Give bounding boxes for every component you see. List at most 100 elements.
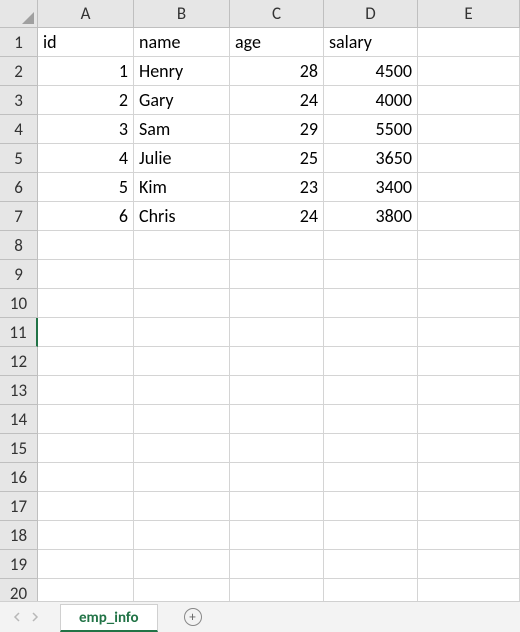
- cell-D14[interactable]: [324, 405, 418, 434]
- cell-D5[interactable]: 3650: [324, 144, 418, 173]
- row-header-1[interactable]: 1: [0, 28, 38, 57]
- cell-B11[interactable]: [134, 318, 230, 347]
- cell-C9[interactable]: [230, 260, 324, 289]
- cell-A19[interactable]: [38, 550, 134, 579]
- column-header-D[interactable]: D: [324, 0, 418, 28]
- cell-B4[interactable]: Sam: [134, 115, 230, 144]
- cell-C16[interactable]: [230, 463, 324, 492]
- cell-B2[interactable]: Henry: [134, 57, 230, 86]
- cell-A11[interactable]: [38, 318, 134, 347]
- cell-B1[interactable]: name: [134, 28, 230, 57]
- cell-D15[interactable]: [324, 434, 418, 463]
- cell-D11[interactable]: [324, 318, 418, 347]
- cell-D8[interactable]: [324, 231, 418, 260]
- cell-B6[interactable]: Kim: [134, 173, 230, 202]
- cell-C11[interactable]: [230, 318, 324, 347]
- cell-A14[interactable]: [38, 405, 134, 434]
- cell-B5[interactable]: Julie: [134, 144, 230, 173]
- cell-E3[interactable]: [418, 86, 520, 115]
- cell-C3[interactable]: 24: [230, 86, 324, 115]
- cell-A20[interactable]: [38, 579, 134, 601]
- cell-E9[interactable]: [418, 260, 520, 289]
- cell-C15[interactable]: [230, 434, 324, 463]
- cell-D16[interactable]: [324, 463, 418, 492]
- cell-A18[interactable]: [38, 521, 134, 550]
- cell-B15[interactable]: [134, 434, 230, 463]
- cell-D18[interactable]: [324, 521, 418, 550]
- cell-A16[interactable]: [38, 463, 134, 492]
- cell-B9[interactable]: [134, 260, 230, 289]
- cell-A4[interactable]: 3: [38, 115, 134, 144]
- cell-D17[interactable]: [324, 492, 418, 521]
- row-header-16[interactable]: 16: [0, 463, 38, 492]
- column-header-A[interactable]: A: [38, 0, 134, 28]
- cell-A7[interactable]: 6: [38, 202, 134, 231]
- cell-B16[interactable]: [134, 463, 230, 492]
- cell-A15[interactable]: [38, 434, 134, 463]
- cell-E20[interactable]: [418, 579, 520, 601]
- cell-C10[interactable]: [230, 289, 324, 318]
- cell-C8[interactable]: [230, 231, 324, 260]
- cell-E19[interactable]: [418, 550, 520, 579]
- cell-D20[interactable]: [324, 579, 418, 601]
- row-header-3[interactable]: 3: [0, 86, 38, 115]
- cell-E2[interactable]: [418, 57, 520, 86]
- cell-A10[interactable]: [38, 289, 134, 318]
- cell-B10[interactable]: [134, 289, 230, 318]
- cell-B20[interactable]: [134, 579, 230, 601]
- sheet-tab-active[interactable]: emp_info: [60, 604, 158, 632]
- cell-D12[interactable]: [324, 347, 418, 376]
- row-header-7[interactable]: 7: [0, 202, 38, 231]
- cell-A12[interactable]: [38, 347, 134, 376]
- cell-A13[interactable]: [38, 376, 134, 405]
- cell-D2[interactable]: 4500: [324, 57, 418, 86]
- cell-B8[interactable]: [134, 231, 230, 260]
- cell-C17[interactable]: [230, 492, 324, 521]
- cell-C1[interactable]: age: [230, 28, 324, 57]
- cell-A6[interactable]: 5: [38, 173, 134, 202]
- add-sheet-button[interactable]: +: [178, 604, 208, 630]
- column-header-C[interactable]: C: [230, 0, 324, 28]
- cell-C13[interactable]: [230, 376, 324, 405]
- select-all-corner[interactable]: [0, 0, 38, 28]
- cell-E5[interactable]: [418, 144, 520, 173]
- cell-D4[interactable]: 5500: [324, 115, 418, 144]
- row-header-14[interactable]: 14: [0, 405, 38, 434]
- sheet-nav-next[interactable]: [26, 606, 44, 628]
- cell-E10[interactable]: [418, 289, 520, 318]
- cell-C4[interactable]: 29: [230, 115, 324, 144]
- cell-E13[interactable]: [418, 376, 520, 405]
- cell-D3[interactable]: 4000: [324, 86, 418, 115]
- cell-B17[interactable]: [134, 492, 230, 521]
- cell-E4[interactable]: [418, 115, 520, 144]
- cell-E18[interactable]: [418, 521, 520, 550]
- cell-A9[interactable]: [38, 260, 134, 289]
- cell-D9[interactable]: [324, 260, 418, 289]
- row-header-5[interactable]: 5: [0, 144, 38, 173]
- cell-B14[interactable]: [134, 405, 230, 434]
- cell-B19[interactable]: [134, 550, 230, 579]
- row-header-12[interactable]: 12: [0, 347, 38, 376]
- row-header-2[interactable]: 2: [0, 57, 38, 86]
- cell-C7[interactable]: 24: [230, 202, 324, 231]
- cell-A5[interactable]: 4: [38, 144, 134, 173]
- cell-E14[interactable]: [418, 405, 520, 434]
- cell-D10[interactable]: [324, 289, 418, 318]
- cell-D1[interactable]: salary: [324, 28, 418, 57]
- cell-A17[interactable]: [38, 492, 134, 521]
- cell-C6[interactable]: 23: [230, 173, 324, 202]
- cell-D6[interactable]: 3400: [324, 173, 418, 202]
- cell-E1[interactable]: [418, 28, 520, 57]
- cell-D19[interactable]: [324, 550, 418, 579]
- cell-E12[interactable]: [418, 347, 520, 376]
- cell-C18[interactable]: [230, 521, 324, 550]
- row-header-6[interactable]: 6: [0, 173, 38, 202]
- cell-C12[interactable]: [230, 347, 324, 376]
- row-header-8[interactable]: 8: [0, 231, 38, 260]
- cell-C5[interactable]: 25: [230, 144, 324, 173]
- cell-C20[interactable]: [230, 579, 324, 601]
- cell-E6[interactable]: [418, 173, 520, 202]
- cell-B7[interactable]: Chris: [134, 202, 230, 231]
- cell-A2[interactable]: 1: [38, 57, 134, 86]
- cell-A3[interactable]: 2: [38, 86, 134, 115]
